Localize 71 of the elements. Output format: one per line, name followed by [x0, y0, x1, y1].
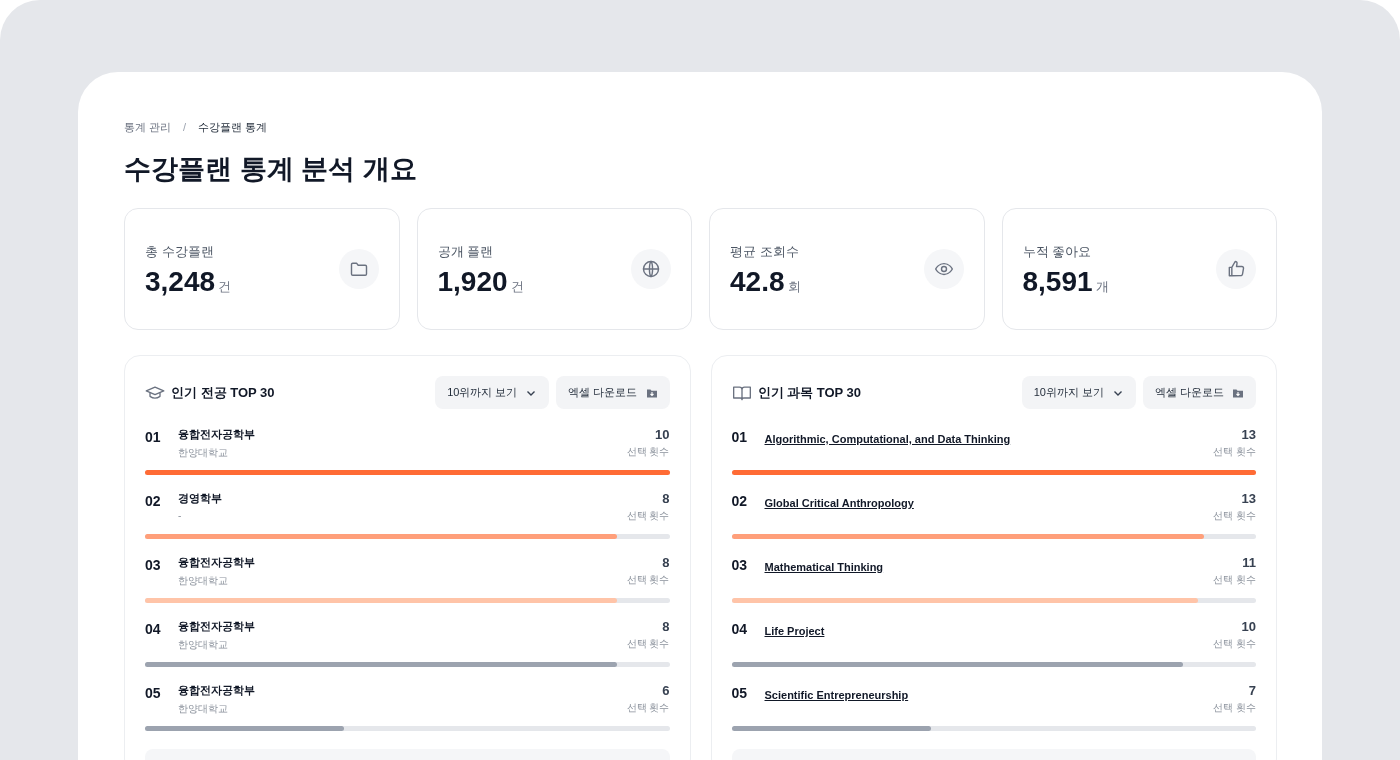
count-label: 선택 횟수 [1213, 701, 1256, 715]
major-name: 경영학부 [178, 491, 223, 506]
rank-number: 03 [145, 557, 162, 573]
thumbs-up-icon [1216, 249, 1256, 289]
breadcrumb-separator: / [183, 121, 187, 133]
university-name: 한양대학교 [178, 638, 229, 652]
panel-title: 인기 전공 TOP 30 [171, 383, 275, 402]
rank-number: 04 [145, 621, 162, 637]
stat-label: 공개 플랜 [437, 242, 495, 261]
eye-icon [923, 249, 964, 289]
count-label: 선택 횟수 [626, 509, 670, 523]
university-name: 한양대학교 [178, 574, 229, 588]
count-value: 11 [1242, 555, 1256, 570]
breadcrumb-link[interactable]: 통계 관리 [124, 119, 172, 135]
count-value: 10 [1241, 619, 1256, 634]
count-label: 선택 횟수 [1213, 509, 1256, 523]
count-label: 선택 횟수 [626, 445, 670, 459]
major-name: 융합전자공학부 [178, 555, 256, 570]
panel-title: 인기 과목 TOP 30 [757, 383, 862, 402]
excel-download-button[interactable]: 엑셀 다운로드 [556, 376, 670, 409]
count-label: 선택 횟수 [1213, 445, 1256, 459]
university-name: 한양대학교 [178, 446, 229, 460]
folder-icon [338, 249, 379, 289]
count-value: 8 [662, 491, 670, 506]
course-link[interactable]: Global Critical Anthropology [764, 497, 914, 509]
count-label: 선택 횟수 [626, 637, 670, 651]
rank-number: 03 [731, 557, 749, 573]
stat-value: 8,591 [1022, 265, 1093, 298]
count-label: 선택 횟수 [1213, 573, 1256, 587]
count-value: 10 [655, 427, 670, 442]
count-value: 8 [662, 619, 670, 634]
stat-unit: 건 [510, 277, 524, 296]
stat-label: 총 수강플랜 [145, 242, 215, 261]
stat-label: 누적 좋아요 [1022, 242, 1093, 261]
stat-value: 1,920 [437, 265, 508, 298]
stat-unit: 건 [218, 277, 232, 296]
count-value: 13 [1241, 491, 1256, 506]
course-link[interactable]: Life Project [764, 625, 825, 637]
stat-value: 42.8 [730, 265, 785, 298]
count-value: 6 [662, 683, 670, 698]
range-dropdown[interactable]: 10위까지 보기 [1021, 376, 1136, 409]
range-dropdown[interactable]: 10위까지 보기 [435, 376, 550, 409]
stat-value: 3,248 [145, 265, 216, 298]
count-label: 선택 횟수 [626, 573, 670, 587]
breadcrumb-link[interactable]: 수강플랜 통계 [198, 119, 268, 135]
stat-unit: 개 [1095, 277, 1109, 296]
count-value: 8 [662, 555, 670, 570]
university-name: 한양대학교 [178, 702, 229, 716]
rank-number: 02 [731, 493, 749, 509]
count-label: 선택 횟수 [1213, 637, 1256, 651]
course-link[interactable]: Mathematical Thinking [764, 561, 884, 573]
stat-label: 평균 조회수 [730, 242, 800, 261]
rank-number: 02 [145, 493, 162, 509]
course-link[interactable]: Scientific Entrepreneurship [764, 689, 909, 701]
stat-unit: 회 [787, 277, 801, 296]
count-label: 선택 횟수 [626, 701, 670, 715]
major-name: 융합전자공학부 [178, 619, 256, 634]
excel-download-button[interactable]: 엑셀 다운로드 [1142, 376, 1256, 409]
globe-icon [631, 249, 671, 289]
university-name: - [178, 510, 183, 521]
rank-number: 04 [731, 621, 749, 637]
count-value: 7 [1248, 683, 1256, 698]
course-link[interactable]: Algorithmic, Computational, and Data Thinking [764, 433, 1011, 445]
rank-number: 01 [731, 429, 749, 445]
rank-number: 05 [145, 685, 162, 701]
major-name: 융합전자공학부 [178, 683, 256, 698]
rank-number: 05 [731, 685, 749, 701]
major-name: 융합전자공학부 [178, 427, 256, 442]
rank-number: 01 [145, 429, 162, 445]
page-title: 수강플랜 통계 분석 개요 [124, 153, 418, 186]
count-value: 13 [1241, 427, 1256, 442]
